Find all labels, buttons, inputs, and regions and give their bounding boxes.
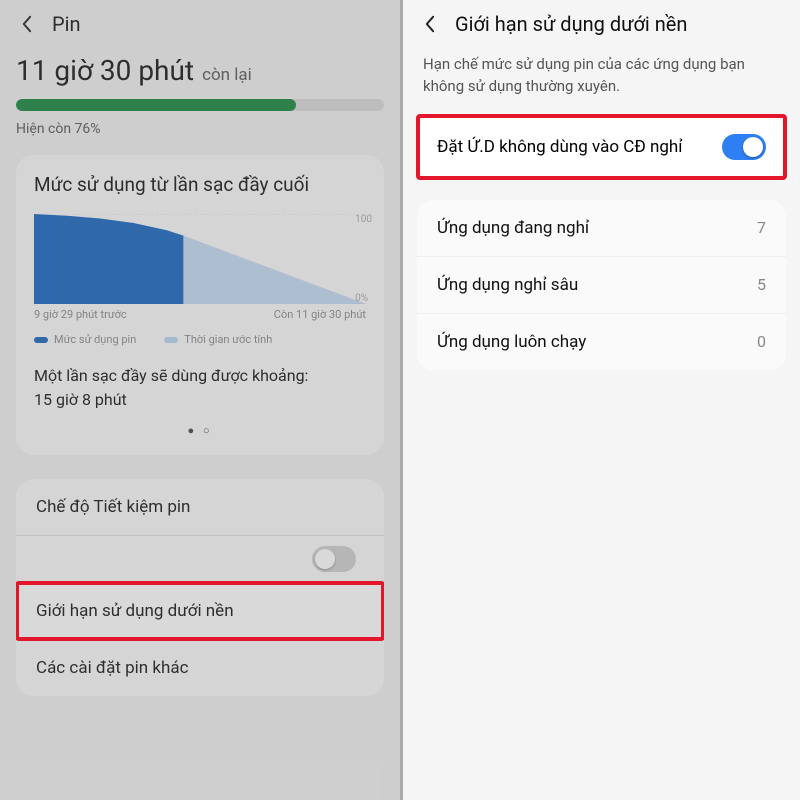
back-button[interactable] [14,12,38,36]
sleep-unused-apps-toggle[interactable] [722,134,766,160]
axis-max: 100 [355,214,372,225]
battery-screen: Pin 11 giờ 30 phút còn lại Hiện còn 76% … [0,0,400,800]
sleep-unused-apps-row[interactable]: Đặt Ứ.D không dùng vào CĐ nghỉ [417,116,786,178]
time-remaining-suffix: còn lại [202,65,252,85]
row-sleeping-apps[interactable]: Ứng dụng đang nghỉ 7 [417,200,786,256]
content: 11 giờ 30 phút còn lại Hiện còn 76% Mức … [0,48,400,479]
row-bg-limit-label: Giới hạn sử dụng dưới nền [36,601,234,621]
battery-progress-bar [16,99,384,111]
row-power-saving[interactable]: Chế độ Tiết kiệm pin [16,479,384,535]
row-power-saving-label: Chế độ Tiết kiệm pin [36,497,190,517]
sleep-unused-apps-label: Đặt Ứ.D không dùng vào CĐ nghỉ [437,137,683,157]
power-saving-toggle[interactable] [312,546,356,572]
chart-axis-labels: 100 0% [355,214,372,304]
legend-dot-estimate [164,337,178,343]
header: Giới hạn sử dụng dưới nền [403,0,800,48]
battery-percent-text: Hiện còn 76% [16,121,384,137]
row-more-label: Các cài đặt pin khác [36,658,189,678]
legend-estimate: Thời gian ước tính [164,333,272,346]
legend-actual: Mức sử dụng pin [34,333,136,346]
battery-usage-chart: 100 0% [34,214,366,304]
battery-progress-fill [16,99,296,111]
chart-right-label: Còn 11 giờ 30 phút [274,308,366,321]
time-remaining-value: 11 giờ 30 phút [16,54,194,87]
settings-list: Chế độ Tiết kiệm pin Giới hạn sử dụng dư… [16,479,384,696]
description-text: Hạn chế mức sử dụng pin của các ứng dụng… [403,48,800,116]
header: Pin [0,0,400,48]
back-button[interactable] [417,12,441,36]
chart-time-labels: 9 giờ 29 phút trước Còn 11 giờ 30 phút [34,308,366,321]
time-remaining-row: 11 giờ 30 phút còn lại [16,54,384,87]
row-deep-sleeping-apps[interactable]: Ứng dụng nghỉ sâu 5 [417,256,786,313]
usage-card-title: Mức sử dụng từ lần sạc đầy cuối [34,173,366,196]
page-title: Pin [52,12,81,36]
chevron-left-icon [424,15,435,33]
usage-card[interactable]: Mức sử dụng từ lần sạc đầy cuối 100 0% 9… [16,155,384,455]
app-state-list: Ứng dụng đang nghỉ 7 Ứng dụng nghỉ sâu 5… [417,200,786,370]
chevron-left-icon [21,15,32,33]
chart-left-label: 9 giờ 29 phút trước [34,308,127,321]
page-title: Giới hạn sử dụng dưới nền [455,12,687,36]
row-never-sleeping-apps[interactable]: Ứng dụng luôn chạy 0 [417,313,786,370]
bg-limit-screen: Giới hạn sử dụng dưới nền Hạn chế mức sử… [400,0,800,800]
page-indicator: ● ○ [34,424,366,437]
chart-legend: Mức sử dụng pin Thời gian ước tính [34,333,366,346]
row-more-settings[interactable]: Các cài đặt pin khác [16,639,384,696]
legend-dot-actual [34,337,48,343]
row-bg-limit[interactable]: Giới hạn sử dụng dưới nền [16,582,384,639]
axis-min: 0% [355,293,372,304]
full-charge-estimate: Một lần sạc đầy sẽ dùng được khoảng: 15 … [34,364,366,412]
